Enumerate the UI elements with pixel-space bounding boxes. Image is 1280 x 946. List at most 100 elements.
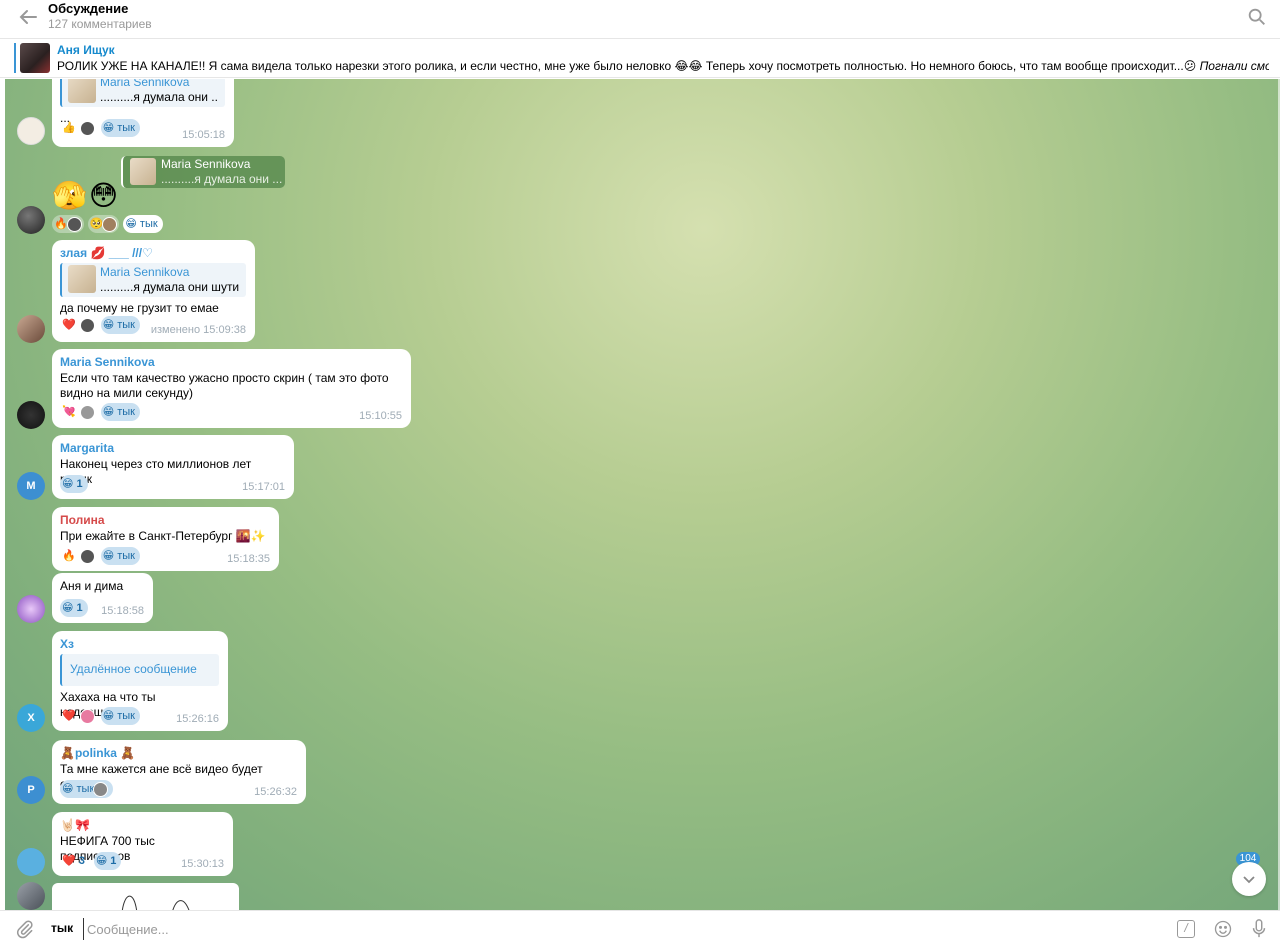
- reaction-emoji: 👍: [62, 122, 76, 134]
- reaction-fire[interactable]: 🔥: [60, 547, 97, 565]
- message-author: Полина: [60, 513, 105, 527]
- message-bubble[interactable]: 🧸polinka 🧸 Та мне кажется ане всё видео …: [52, 740, 306, 804]
- reply-author: Maria Sennikova: [100, 79, 190, 89]
- reactions: 😁 тык: [60, 780, 114, 798]
- pinned-thumbnail: [20, 43, 50, 73]
- reaction-chip[interactable]: 😁 тык: [100, 119, 140, 137]
- reaction-count: 1: [110, 855, 117, 867]
- message-text: Аня и дима: [60, 579, 124, 593]
- reaction-chip[interactable]: 😁 1: [60, 475, 88, 493]
- reaction-thumbs-up[interactable]: 👍: [60, 119, 97, 137]
- send-as-label[interactable]: тык: [51, 921, 73, 935]
- reactions: 🔥 😁 тык: [60, 547, 140, 565]
- big-emoji: 🫣😳: [52, 180, 121, 211]
- reaction-heart[interactable]: ❤️: [60, 707, 97, 725]
- reactions: 😁 1: [60, 475, 88, 493]
- reaction-chip[interactable]: 😁 тык: [100, 403, 140, 421]
- reaction-chip[interactable]: 😁 тык: [100, 707, 140, 725]
- reactor-avatar: [79, 548, 95, 564]
- reactions: 😁 1: [60, 599, 88, 617]
- avatar[interactable]: [17, 117, 45, 145]
- avatar[interactable]: [17, 206, 45, 234]
- message-input[interactable]: [83, 918, 1143, 940]
- reactor-avatar: [102, 216, 118, 232]
- reaction-emoji: 💘: [62, 406, 76, 418]
- avatar[interactable]: [17, 315, 45, 343]
- composer: тык /: [0, 910, 1280, 946]
- reactor-avatar: [66, 216, 82, 232]
- pinned-message[interactable]: Аня Ищук РОЛИК УЖЕ НА КАНАЛЕ!! Я сама ви…: [0, 39, 1280, 78]
- pinned-accent-bar: [14, 43, 16, 73]
- reaction-emoji: 😁: [62, 602, 74, 614]
- reply-text: ..........я думала они ...: [100, 90, 219, 104]
- reaction-label: 😁 тык: [125, 218, 158, 230]
- message-author: Хз: [60, 637, 74, 651]
- avatar[interactable]: [17, 401, 45, 429]
- reply-author: Maria Sennikova: [100, 265, 190, 279]
- message-bubble[interactable]: злая 💋 ___ ///♡ Maria Sennikova ........…: [52, 240, 255, 342]
- reaction-chip[interactable]: 😁 тык: [60, 780, 114, 798]
- avatar[interactable]: [17, 848, 45, 876]
- message-bubble[interactable]: Maria Sennikova Если что там качество уж…: [52, 349, 411, 428]
- pinned-author: Аня Ищук: [57, 43, 115, 57]
- pinned-body: РОЛИК УЖЕ НА КАНАЛЕ!! Я сама видела толь…: [57, 59, 1200, 73]
- reactions: ❤️ 😁 тык: [60, 316, 140, 334]
- message-time: 15:18:35: [227, 553, 270, 565]
- message-bubble[interactable]: Margarita Наконец через сто миллионов ле…: [52, 435, 294, 499]
- reaction-fire[interactable]: 🔥: [52, 215, 84, 233]
- attach-icon[interactable]: [15, 919, 35, 939]
- reactions: ❤️ 😁 тык: [60, 707, 140, 725]
- message-bubble[interactable]: Хз Удалённое сообщение Хахаха на что ты …: [52, 631, 228, 731]
- reaction-heart[interactable]: ❤️: [60, 316, 97, 334]
- message-text: При ежайте в Санкт-Петербург 🌇✨: [60, 529, 266, 543]
- reaction-emoji: 🔥: [54, 218, 68, 230]
- message-author: злая 💋 ___ ///♡: [60, 246, 153, 260]
- chat-area[interactable]: Maria Sennikova ..........я думала они .…: [0, 79, 1280, 910]
- message-bubble[interactable]: Maria Sennikova ..........я думала они .…: [52, 79, 234, 147]
- reaction-chip[interactable]: 😁 1: [93, 852, 122, 870]
- reactions: 🔥 🥺 😁 тык: [52, 215, 163, 233]
- reaction-chip[interactable]: 😁 тык: [100, 316, 140, 334]
- reply-thumbnail: [68, 79, 96, 103]
- back-arrow-icon[interactable]: [16, 5, 40, 29]
- reactions: 💘 😁 тык: [60, 403, 140, 421]
- message-bubble[interactable]: Полина При ежайте в Санкт-Петербург 🌇✨ 🔥…: [52, 507, 279, 571]
- reply-preview[interactable]: Удалённое сообщение: [60, 654, 219, 686]
- reaction-chip[interactable]: 😁 1: [60, 599, 88, 617]
- command-icon[interactable]: /: [1177, 920, 1195, 938]
- avatar[interactable]: M: [17, 472, 45, 500]
- microphone-icon[interactable]: [1251, 919, 1267, 939]
- reaction-emoji: 🥺: [89, 218, 104, 230]
- reply-preview[interactable]: Maria Sennikova ..........я думала они .…: [60, 79, 225, 107]
- reaction-emoji: ❤️: [62, 319, 76, 331]
- chat-header: Обсуждение 127 комментариев: [0, 0, 1280, 39]
- pinned-italic: Погнали смотр...: [1199, 59, 1269, 73]
- avatar[interactable]: [17, 882, 45, 910]
- reaction-chip[interactable]: 😁 тык: [123, 215, 163, 233]
- reply-preview[interactable]: Maria Sennikova ..........я думала они ш…: [60, 263, 246, 297]
- message-bubble[interactable]: 🤘🏻🎀 НЕФИГА 700 тыс подписчиков ❤️3 😁1 15…: [52, 812, 233, 876]
- comment-count: 127 комментариев: [48, 17, 152, 31]
- scroll-down-button[interactable]: [1232, 862, 1266, 896]
- message-bubble[interactable]: Аня и дима 😁 1 15:18:58: [52, 573, 153, 623]
- avatar[interactable]: P: [17, 776, 45, 804]
- message-author: Margarita: [60, 441, 115, 455]
- reaction-cupid[interactable]: 💘: [60, 403, 97, 421]
- message-time: 15:30:13: [181, 858, 224, 870]
- message-author: 🧸polinka 🧸: [60, 746, 136, 760]
- emoji-reply-card[interactable]: Maria Sennikova ..........я думала они .…: [121, 156, 285, 188]
- reaction-label: 😁 тык: [102, 122, 135, 134]
- reactor-avatar: [79, 317, 95, 333]
- reaction-chip[interactable]: ❤️ 3: [60, 852, 90, 870]
- reply-text: ..........я думала они ...: [161, 172, 283, 186]
- reaction-count: 3: [78, 855, 85, 867]
- search-icon[interactable]: [1246, 6, 1268, 28]
- avatar[interactable]: [17, 595, 45, 623]
- reaction-emoji: ❤️: [62, 710, 76, 722]
- avatar[interactable]: X: [17, 704, 45, 732]
- reaction-chip[interactable]: 😁 тык: [100, 547, 140, 565]
- image-message[interactable]: [52, 883, 239, 910]
- reaction-pleading[interactable]: 🥺: [87, 215, 120, 233]
- page-title: Обсуждение: [48, 1, 129, 16]
- emoji-icon[interactable]: [1213, 919, 1233, 939]
